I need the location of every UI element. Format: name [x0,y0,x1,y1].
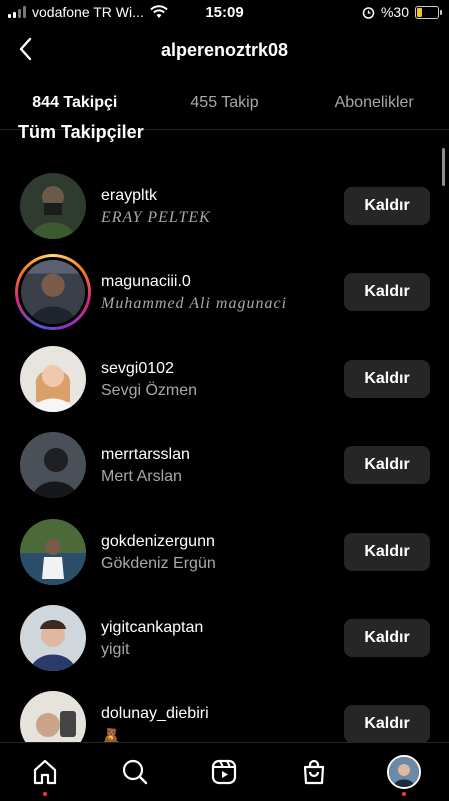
full-name: Muhammed Ali magunaci [101,295,288,313]
list-item[interactable]: magunaciii.0 Muhammed Ali magunaci Kaldı… [0,249,449,335]
followers-list: erayp​ltk ERAY PELTEK Kaldır magunaciii.… [0,163,449,768]
list-item[interactable]: gokdenizergunn Gökdeniz Ergün Kaldır [0,509,449,595]
list-item[interactable]: merrtarsslan Mert Arslan Kaldır [0,422,449,508]
reels-icon [212,759,237,785]
list-item[interactable]: erayp​ltk ERAY PELTEK Kaldır [0,163,449,249]
remove-button[interactable]: Kaldır [344,187,430,225]
battery-percent: %30 [380,4,409,20]
avatar[interactable] [20,604,86,671]
full-name: Sevgi Özmen [101,381,198,399]
alarm-clock-icon [362,6,375,19]
remove-button[interactable]: Kaldır [344,618,430,657]
list-item[interactable]: yigitcankaptan yigit Kaldır [0,595,449,681]
page-header: alperenoztrk08 [0,26,449,76]
status-right: %30 [362,4,442,20]
username[interactable]: yigitcankaptan [101,619,203,637]
remove-button[interactable]: Kaldır [344,705,430,744]
full-name: yigit [101,640,130,658]
search-icon [122,759,147,785]
username[interactable]: merrtarsslan [101,446,190,464]
nav-home[interactable] [23,750,67,796]
username[interactable]: sevgi0102 [101,360,174,378]
bottom-nav [0,742,449,801]
username[interactable]: magunaciii.0 [101,273,191,291]
full-name: Gökdeniz Ergün [101,554,216,572]
nav-reels[interactable] [202,750,246,794]
username[interactable]: erayp​ltk [101,187,157,205]
home-icon [33,759,56,785]
page-title: alperenoztrk08 [160,40,289,60]
full-name: ERAY PELTEK [101,209,211,226]
remove-button[interactable]: Kaldır [344,273,430,312]
avatar-story-ring[interactable] [15,254,91,331]
notification-dot [402,792,407,796]
nav-shop[interactable] [292,750,336,794]
list-item[interactable]: sevgi0102 Sevgi Özmen Kaldır [0,336,449,422]
nav-search[interactable] [113,750,157,794]
battery-icon [415,5,442,19]
username[interactable]: gokdenizergunn [101,533,215,551]
tab-subscriptions[interactable]: Abonelikler [299,80,449,130]
remove-button[interactable]: Kaldır [344,446,430,485]
nav-profile[interactable] [382,750,426,796]
notification-dot [42,792,47,796]
section-title: Tüm Takipçiler [18,122,144,142]
avatar[interactable] [20,518,86,585]
avatar[interactable] [20,345,86,412]
username[interactable]: dolunay_diebiri [101,705,209,723]
avatar[interactable] [20,173,86,239]
remove-button[interactable]: Kaldır [344,532,430,571]
full-name: Mert Arslan [101,468,182,486]
avatar[interactable] [20,432,86,499]
remove-button[interactable]: Kaldır [344,359,430,398]
status-bar: vodafone TR Wi... 15:09 %30 [0,0,449,26]
tab-following[interactable]: 455 Takip [150,80,300,130]
profile-avatar [387,755,422,789]
battery-level-fill [417,7,422,17]
shop-icon [304,759,325,785]
